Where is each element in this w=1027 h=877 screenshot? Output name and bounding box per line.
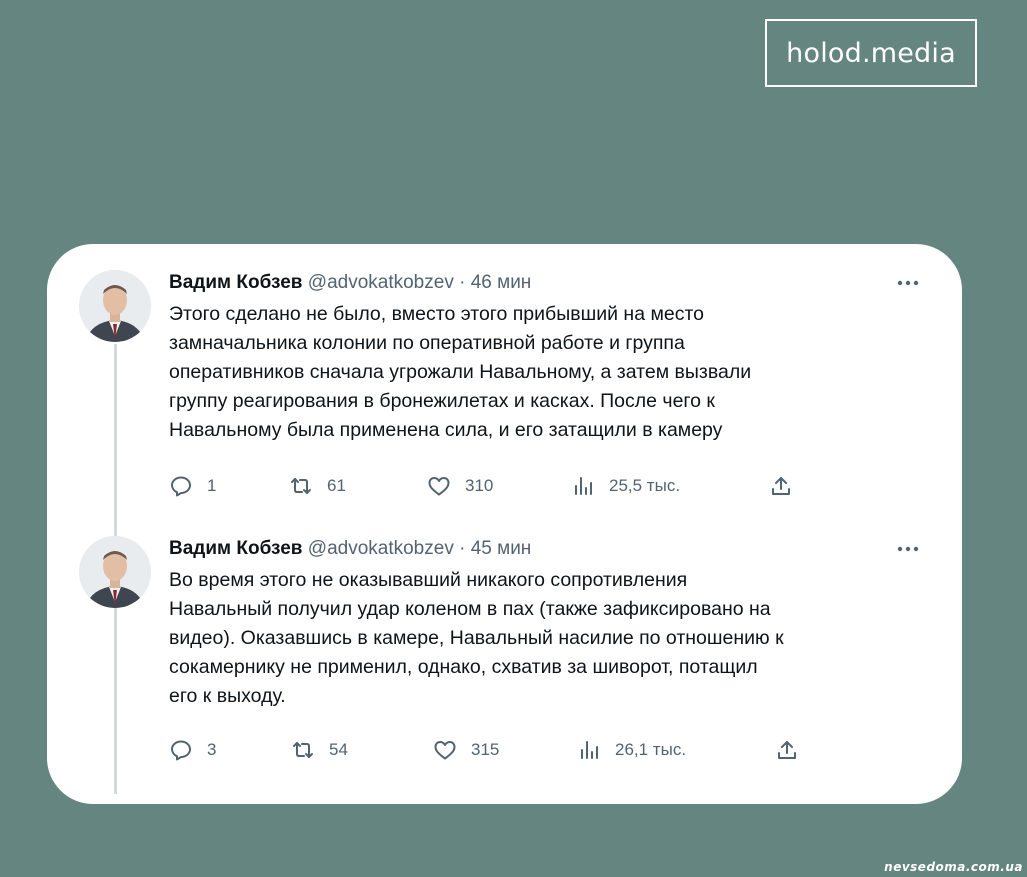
brand-logo: holod.media xyxy=(765,19,977,87)
views-count: 26,1 тыс. xyxy=(615,740,687,759)
share-icon xyxy=(778,741,796,759)
tweet-thread-card: Вадим Кобзев @advokatkobzev · 46 мин Это… xyxy=(47,244,962,804)
tweet-text-line: сокамернику не применил, однако, схватив… xyxy=(169,656,758,678)
share-icon xyxy=(772,477,790,495)
tweet-text-line: его к выходу. xyxy=(169,685,286,707)
tweet-actions: 1 61 310 25,5 тыс. xyxy=(169,471,809,501)
views-count: 25,5 тыс. xyxy=(609,476,681,495)
tweet-text: Во время этого не оказывавший никакого с… xyxy=(169,566,919,711)
retweet-icon xyxy=(293,742,313,758)
tweet-text-line: Навальному была применена сила, и его за… xyxy=(169,419,723,441)
views-button[interactable]: 25,5 тыс. xyxy=(571,471,680,501)
author-name[interactable]: Вадим Кобзев xyxy=(169,272,303,293)
tweet-text-line: оперативников сначала угрожали Навальном… xyxy=(169,361,752,383)
tweet-time[interactable]: 46 мин xyxy=(471,272,532,293)
avatar[interactable] xyxy=(79,536,151,608)
retweet-icon xyxy=(291,478,311,494)
like-count: 315 xyxy=(471,740,500,759)
like-icon xyxy=(428,477,450,496)
tweet-actions: 3 54 315 26,1 тыс. xyxy=(169,735,809,765)
avatar[interactable] xyxy=(79,270,151,342)
tweet-text-line: Этого сделано не было, вместо этого приб… xyxy=(169,303,705,325)
views-button[interactable]: 26,1 тыс. xyxy=(577,735,686,765)
tweet-text-line: Навальный получил удар коленом в пах (та… xyxy=(169,598,771,620)
share-button[interactable] xyxy=(769,471,807,501)
tweet-header: Вадим Кобзев @advokatkobzev · 46 мин xyxy=(169,270,531,296)
views-icon xyxy=(575,477,592,495)
reply-button[interactable]: 1 xyxy=(169,471,216,501)
like-icon xyxy=(434,741,456,760)
retweet-button[interactable]: 54 xyxy=(291,735,348,765)
reply-icon xyxy=(171,476,191,497)
tweet-time[interactable]: 45 мин xyxy=(471,538,532,559)
watermark: nevsedoma.com.ua xyxy=(884,860,1023,874)
header-separator: · xyxy=(459,538,466,559)
reply-count: 3 xyxy=(207,740,217,759)
header-separator: · xyxy=(459,272,466,293)
reply-count: 1 xyxy=(207,476,217,495)
brand-label: holod.media xyxy=(786,37,956,69)
tweet-text: Этого сделано не было, вместо этого приб… xyxy=(169,300,919,445)
tweet-header: Вадим Кобзев @advokatkobzev · 45 мин xyxy=(169,536,531,562)
retweet-count: 61 xyxy=(327,476,346,495)
more-icon[interactable] xyxy=(894,274,922,292)
author-handle[interactable]: @advokatkobzev xyxy=(308,538,454,559)
more-icon[interactable] xyxy=(894,540,922,558)
like-button[interactable]: 310 xyxy=(427,471,493,501)
views-icon xyxy=(581,741,598,759)
author-handle[interactable]: @advokatkobzev xyxy=(308,272,454,293)
like-count: 310 xyxy=(465,476,494,495)
tweet-text-line: видео). Оказавшись в камере, Навальный н… xyxy=(169,627,784,649)
retweet-count: 54 xyxy=(329,740,348,759)
tweet-text-line: Во время этого не оказывавший никакого с… xyxy=(169,569,688,591)
author-name[interactable]: Вадим Кобзев xyxy=(169,538,303,559)
share-button[interactable] xyxy=(775,735,813,765)
tweet-text-line: группу реагирования в бронежилетах и кас… xyxy=(169,390,715,412)
retweet-button[interactable]: 61 xyxy=(289,471,346,501)
tweet-text-line: замначальника колонии по оперативной раб… xyxy=(169,332,685,354)
reply-icon xyxy=(171,740,191,761)
reply-button[interactable]: 3 xyxy=(169,735,216,765)
like-button[interactable]: 315 xyxy=(433,735,499,765)
